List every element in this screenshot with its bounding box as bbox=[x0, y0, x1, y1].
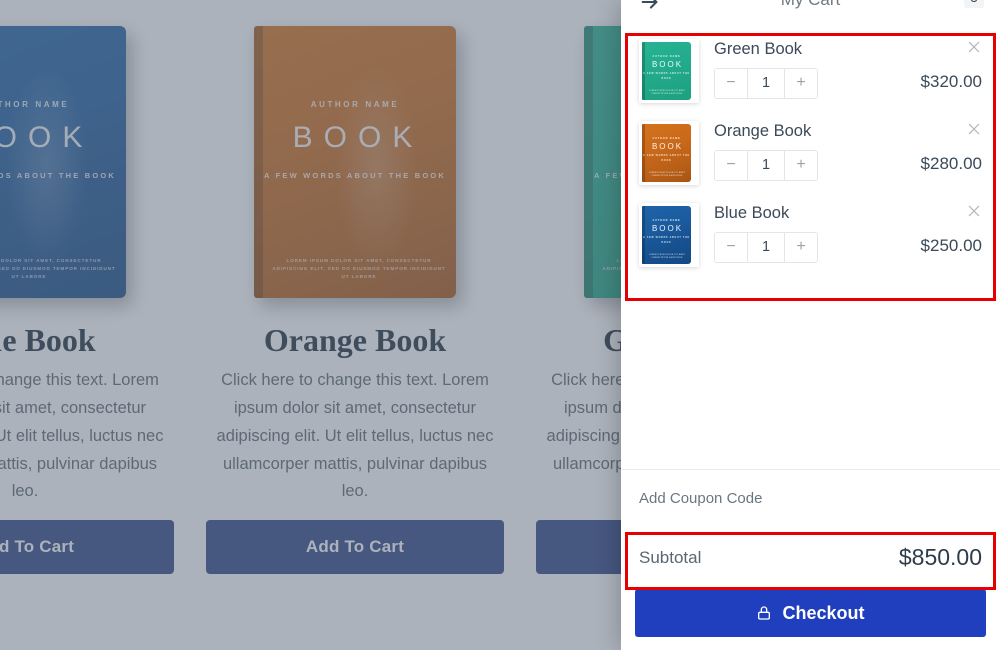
quantity-value[interactable]: 1 bbox=[747, 68, 785, 98]
quantity-stepper[interactable]: − 1 + bbox=[714, 149, 818, 181]
checkout-button-label: Checkout bbox=[782, 602, 865, 623]
thumb-title-text: BOOK bbox=[651, 142, 684, 151]
thumb-author-text: AUTHOR NAME bbox=[652, 137, 681, 140]
cart-panel: My Cart 3 AUTHOR NAME BOOK A FEW WORDS A… bbox=[621, 0, 1000, 650]
quantity-decrement-button[interactable]: − bbox=[715, 150, 747, 180]
cart-item-name: Blue Book bbox=[714, 204, 790, 222]
cart-item-thumbnail-blue[interactable]: AUTHOR NAME BOOK A FEW WORDS ABOUT THE B… bbox=[639, 203, 699, 267]
quantity-increment-button[interactable]: + bbox=[785, 232, 817, 262]
cart-item-right: $280.00 bbox=[896, 121, 982, 185]
quantity-stepper[interactable]: − 1 + bbox=[714, 67, 818, 99]
cart-item-row[interactable]: AUTHOR NAME BOOK A FEW WORDS ABOUT THE B… bbox=[639, 194, 982, 276]
quantity-value[interactable]: 1 bbox=[747, 232, 785, 262]
lock-icon bbox=[756, 604, 772, 622]
thumb-author-text: AUTHOR NAME bbox=[652, 219, 681, 222]
cart-item-details: Orange Book − 1 + bbox=[714, 121, 896, 181]
thumb-title-text: BOOK bbox=[651, 224, 684, 233]
cart-item-price: $280.00 bbox=[920, 154, 982, 173]
cart-item-details: Green Book − 1 + bbox=[714, 39, 896, 99]
thumb-footer-text: LOREM IPSUM DOLOR SIT AMET CONSECTETUR A… bbox=[648, 253, 686, 259]
subtotal-row: Subtotal $850.00 bbox=[621, 530, 1000, 587]
subtotal-label: Subtotal bbox=[639, 547, 702, 567]
thumb-title-text: BOOK bbox=[651, 60, 684, 69]
thumb-author-text: AUTHOR NAME bbox=[652, 55, 681, 58]
thumb-footer-text: LOREM IPSUM DOLOR SIT AMET CONSECTETUR A… bbox=[648, 171, 686, 177]
quantity-increment-button[interactable]: + bbox=[785, 150, 817, 180]
cart-item-name: Green Book bbox=[714, 40, 803, 58]
thumb-subtitle-text: A FEW WORDS ABOUT THE BOOK bbox=[643, 236, 690, 244]
cart-item-right: $250.00 bbox=[896, 203, 982, 267]
close-icon[interactable] bbox=[966, 39, 982, 55]
quantity-value[interactable]: 1 bbox=[747, 150, 785, 180]
close-icon[interactable] bbox=[966, 121, 982, 137]
cart-item-right: $320.00 bbox=[896, 39, 982, 103]
quantity-stepper[interactable]: − 1 + bbox=[714, 231, 818, 263]
cart-item-details: Blue Book − 1 + bbox=[714, 203, 896, 263]
add-coupon-code-label: Add Coupon Code bbox=[639, 490, 763, 507]
cart-item-price: $250.00 bbox=[920, 236, 982, 255]
quantity-decrement-button[interactable]: − bbox=[715, 68, 747, 98]
cart-empty-space bbox=[621, 276, 1000, 469]
cart-item-row[interactable]: AUTHOR NAME BOOK A FEW WORDS ABOUT THE B… bbox=[639, 30, 982, 112]
cart-header: My Cart 3 bbox=[621, 0, 1000, 18]
subtotal-value: $850.00 bbox=[898, 544, 982, 570]
screen: AUTHOR NAME BOOK A FEW WORDS ABOUT THE B… bbox=[0, 0, 1000, 650]
checkout-button[interactable]: Checkout bbox=[635, 589, 986, 637]
quantity-increment-button[interactable]: + bbox=[785, 68, 817, 98]
cart-items-list: AUTHOR NAME BOOK A FEW WORDS ABOUT THE B… bbox=[621, 18, 1000, 276]
thumb-footer-text: LOREM IPSUM DOLOR SIT AMET CONSECTETUR A… bbox=[648, 89, 686, 95]
thumb-subtitle-text: A FEW WORDS ABOUT THE BOOK bbox=[643, 72, 690, 80]
thumb-subtitle-text: A FEW WORDS ABOUT THE BOOK bbox=[643, 154, 690, 162]
cart-item-count-badge: 3 bbox=[964, 0, 984, 8]
quantity-decrement-button[interactable]: − bbox=[715, 232, 747, 262]
cart-item-thumbnail-orange[interactable]: AUTHOR NAME BOOK A FEW WORDS ABOUT THE B… bbox=[639, 121, 699, 185]
close-icon[interactable] bbox=[966, 203, 982, 219]
cart-item-row[interactable]: AUTHOR NAME BOOK A FEW WORDS ABOUT THE B… bbox=[639, 112, 982, 194]
add-coupon-code-row[interactable]: Add Coupon Code bbox=[621, 470, 1000, 530]
cart-item-thumbnail-green[interactable]: AUTHOR NAME BOOK A FEW WORDS ABOUT THE B… bbox=[639, 39, 699, 103]
checkout-button-wrap: Checkout bbox=[621, 587, 1000, 650]
cart-item-price: $320.00 bbox=[920, 72, 982, 91]
cart-title: My Cart bbox=[621, 0, 1000, 10]
cart-item-name: Orange Book bbox=[714, 122, 812, 140]
